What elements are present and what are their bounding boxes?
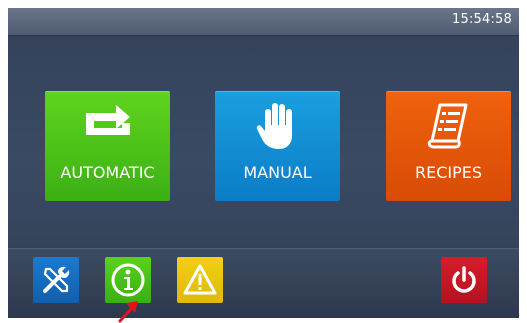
hand-icon — [256, 103, 292, 149]
repeat-icon — [85, 105, 130, 135]
recipe-list-icon — [427, 103, 467, 149]
info-button[interactable] — [105, 257, 151, 303]
red-arrow-icon — [118, 301, 138, 323]
clock: 15:54:58 — [452, 12, 512, 27]
manual-button[interactable]: MANUAL — [215, 91, 340, 201]
recipes-button[interactable]: RECIPES — [386, 91, 511, 201]
tools-button[interactable] — [33, 257, 79, 303]
tools-icon — [43, 266, 70, 293]
power-icon — [452, 266, 476, 293]
automatic-button[interactable]: AUTOMATIC — [45, 91, 170, 201]
power-button[interactable] — [441, 257, 487, 303]
recipes-label: RECIPES — [414, 163, 483, 182]
automatic-label: AUTOMATIC — [60, 163, 155, 182]
info-icon — [111, 263, 145, 297]
warning-button[interactable] — [177, 257, 223, 303]
status-bar: 15:54:58 — [8, 8, 519, 36]
manual-label: MANUAL — [243, 163, 312, 182]
warning-icon — [183, 264, 217, 295]
